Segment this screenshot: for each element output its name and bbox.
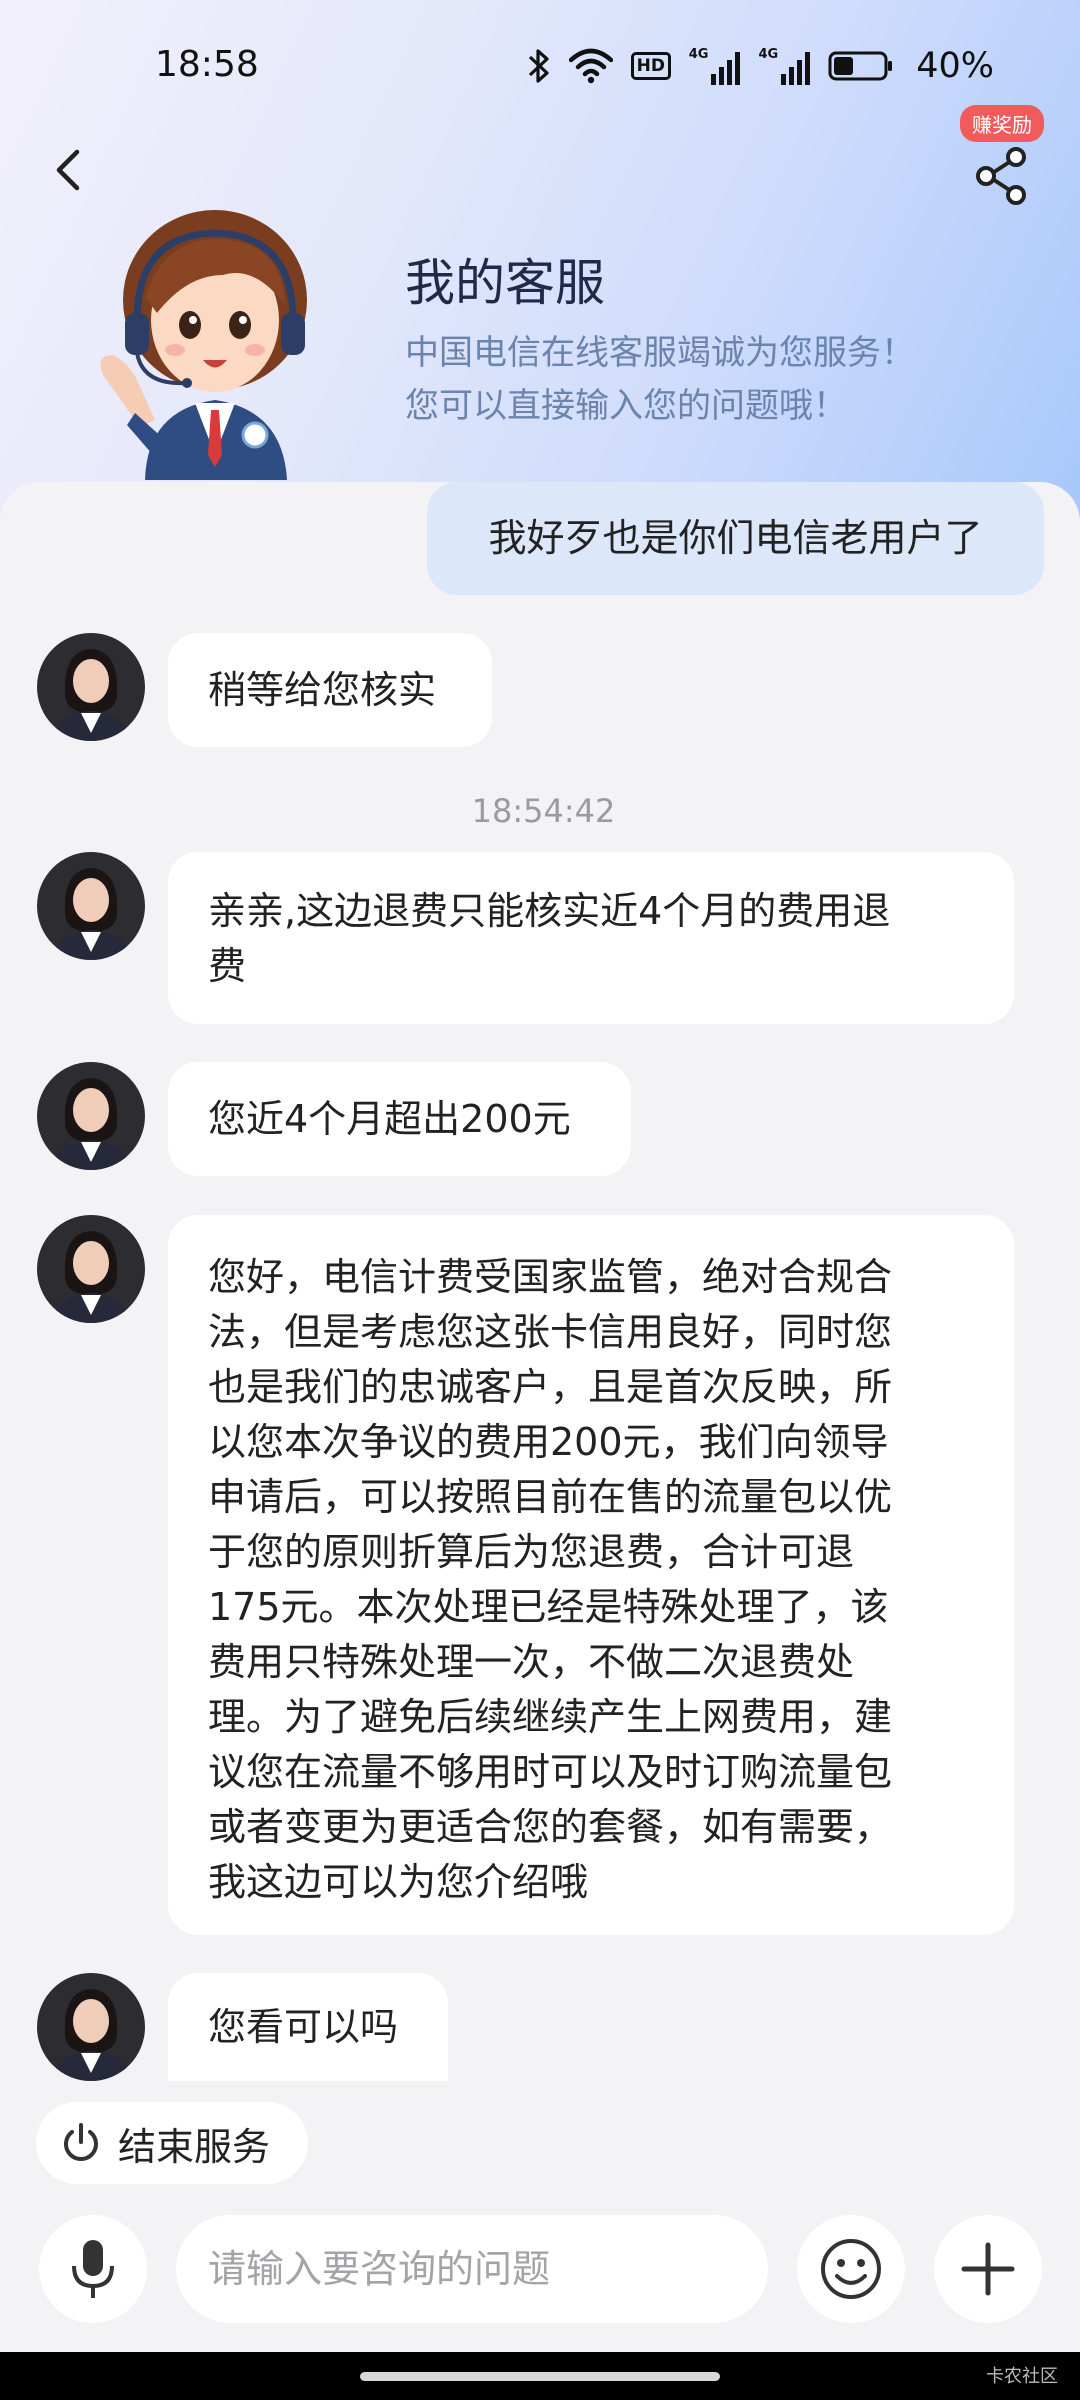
- header-subtitle-line1: 中国电信在线客服竭诚为您服务！: [405, 333, 915, 373]
- voice-input-button[interactable]: [39, 2215, 147, 2323]
- back-button[interactable]: [45, 140, 89, 200]
- agent-message: 稍等给您核实: [168, 633, 492, 747]
- page-title: 我的客服: [405, 254, 605, 312]
- message-text: 您看可以吗: [208, 2004, 399, 2049]
- message-line: 您好，电信计费受国家监管，绝对合规合: [208, 1255, 893, 1299]
- cellular-signal-icon-1: 4G: [689, 47, 741, 85]
- user-message: 我好歹也是你们电信老用户了: [427, 482, 1044, 595]
- message-line: 也是我们的忠诚客户，且是首次反映，所: [208, 1365, 893, 1409]
- message-line: 申请后，可以按照目前在售的流量包以优: [208, 1475, 893, 1519]
- message-line: 亲亲,这边退费只能核实近4个月的费用退: [208, 889, 891, 933]
- hd-icon: HD: [630, 52, 671, 80]
- agent-avatar: [37, 1973, 145, 2081]
- chevron-left-icon: [56, 149, 80, 191]
- share-icon: [976, 147, 1026, 205]
- input-bar: [0, 2200, 1080, 2350]
- agent-avatar: [37, 1215, 145, 1323]
- message-text: 我好歹也是你们电信老用户了: [488, 516, 983, 560]
- end-service-button[interactable]: 结束服务: [36, 2102, 308, 2184]
- header-subtitle-line2: 您可以直接输入您的问题哦！: [405, 386, 847, 426]
- message-line: 法，但是考虑您这张卡信用良好，同时您: [208, 1310, 893, 1354]
- bluetooth-icon: [528, 49, 549, 83]
- message-line: 理。为了避免后续继续产生上网费用，建: [208, 1695, 893, 1739]
- agent-message: 您近4个月超出200元: [168, 1062, 631, 1176]
- home-indicator[interactable]: [360, 2372, 720, 2381]
- watermark: 卡农社区: [986, 2366, 1058, 2387]
- message-line: 费: [208, 944, 247, 988]
- agent-message: 您看可以吗: [168, 1973, 448, 2081]
- message-line: 或者变更为更适合您的套餐，如有需要，: [208, 1805, 893, 1849]
- emoji-button[interactable]: [797, 2215, 905, 2323]
- customer-service-mascot: [100, 210, 307, 480]
- agent-avatar: [37, 852, 145, 960]
- cellular-signal-icon-2: 4G: [758, 47, 811, 85]
- message-line: 议您在流量不够用时可以及时订购流量包: [208, 1750, 893, 1794]
- more-button[interactable]: [934, 2215, 1042, 2323]
- reward-badge[interactable]: 赚奖励: [960, 105, 1044, 142]
- message-line: 我这边可以为您介绍哦: [208, 1860, 589, 1904]
- end-service-label: 结束服务: [118, 2124, 271, 2169]
- plus-icon: [961, 2242, 1015, 2296]
- agent-avatar: [37, 1062, 145, 1170]
- agent-message: 亲亲,这边退费只能核实近4个月的费用退 费: [168, 852, 1014, 1024]
- status-icons: HD 4G 4G 40%: [527, 44, 994, 88]
- message-line: 费用只特殊处理一次，不做二次退费处: [208, 1640, 855, 1684]
- message-text: 您近4个月超出200元: [208, 1096, 571, 1141]
- system-navigation-bar: 卡农社区: [0, 2352, 1080, 2400]
- emoji-icon: [821, 2239, 881, 2299]
- microphone-icon: [72, 2240, 114, 2298]
- agent-message: 您好，电信计费受国家监管，绝对合规合 法，但是考虑您这张卡信用良好，同时您 也是…: [168, 1215, 1014, 1935]
- message-line: 175元。本次处理已经是特殊处理了，该: [208, 1585, 889, 1629]
- share-button[interactable]: 赚奖励: [950, 105, 1044, 205]
- message-input[interactable]: [176, 2215, 768, 2323]
- message-line: 于您的原则折算后为您退费，合计可退: [208, 1530, 855, 1574]
- message-line: 以您本次争议的费用200元，我们向领导: [208, 1420, 889, 1464]
- wifi-icon: [568, 48, 613, 84]
- message-timestamp: 18:54:42: [471, 792, 616, 830]
- power-icon: [64, 2123, 98, 2161]
- message-text: 稍等给您核实: [208, 667, 437, 712]
- agent-avatar: [37, 633, 145, 741]
- status-bar: 18:58 HD 4G 4G 40%: [0, 0, 1080, 130]
- battery-percent: 40%: [916, 46, 994, 86]
- status-time: 18:58: [155, 44, 259, 85]
- battery-icon: [828, 51, 893, 81]
